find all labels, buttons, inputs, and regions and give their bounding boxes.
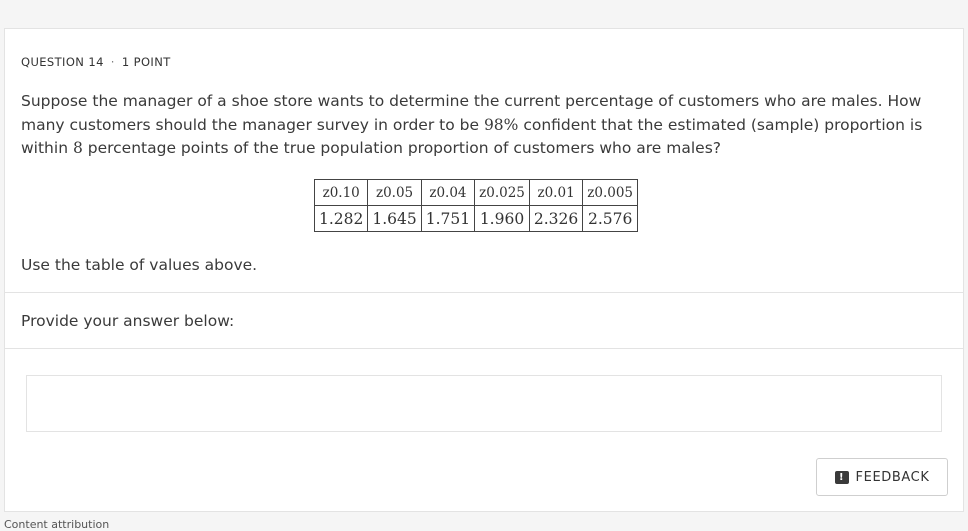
section-divider — [5, 292, 963, 293]
z-header-cell: z0.005 — [582, 179, 639, 206]
z-header-cell: z0.025 — [474, 179, 530, 206]
feedback-label: FEEDBACK — [855, 469, 930, 485]
section-divider — [5, 348, 963, 349]
feedback-icon: ! — [834, 470, 849, 484]
question-number: QUESTION 14 — [21, 55, 104, 69]
z-header-cell: z0.05 — [367, 179, 422, 206]
z-value-cell: 1.960 — [474, 205, 530, 232]
z-table-value-row: 1.282 1.645 1.751 1.960 2.326 2.576 — [313, 205, 639, 232]
z-value-cell: 2.576 — [582, 205, 639, 232]
answer-prompt: Provide your answer below: — [21, 312, 235, 330]
answer-input[interactable] — [26, 375, 942, 432]
z-value-cell: 1.751 — [420, 205, 476, 232]
header-separator: · — [110, 55, 115, 69]
z-value-cell: 2.326 — [528, 205, 584, 232]
use-table-instruction: Use the table of values above. — [21, 256, 258, 274]
confidence-level: 98% — [483, 115, 519, 134]
content-attribution-link[interactable]: Content attribution — [4, 518, 109, 531]
question-header: QUESTION 14 · 1 POINT — [21, 55, 171, 69]
z-header-cell: z0.10 — [313, 179, 369, 206]
z-value-cell: 1.645 — [367, 205, 422, 232]
margin-points: 8 — [72, 139, 83, 157]
z-value-table: z0.10 z0.05 z0.04 z0.025 z0.01 z0.005 1.… — [313, 179, 639, 232]
z-header-cell: z0.01 — [528, 179, 584, 206]
question-points: 1 POINT — [121, 55, 171, 69]
question-text: Suppose the manager of a shoe store want… — [21, 90, 951, 161]
feedback-button[interactable]: ! FEEDBACK — [816, 458, 948, 496]
z-table-header-row: z0.10 z0.05 z0.04 z0.025 z0.01 z0.005 — [313, 179, 639, 206]
question-card: QUESTION 14 · 1 POINT Suppose the manager … — [4, 28, 964, 512]
question-text-part3: percentage points of the true population… — [82, 139, 721, 157]
z-value-cell: 1.282 — [313, 205, 369, 232]
z-header-cell: z0.04 — [420, 179, 476, 206]
